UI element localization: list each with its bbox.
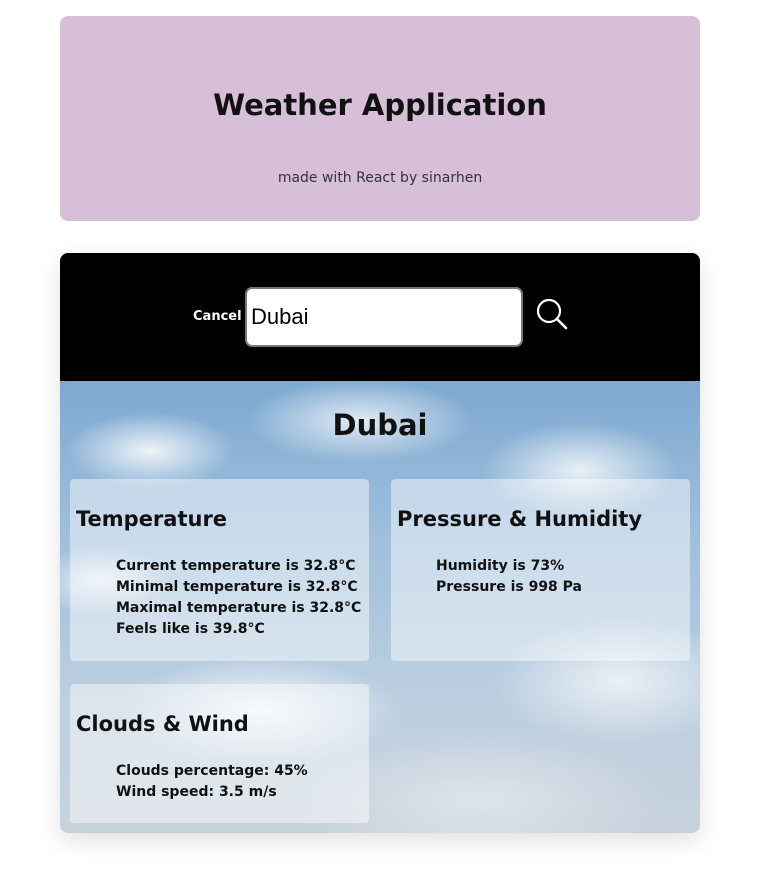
search-bar: Cancel xyxy=(60,253,700,381)
clouds-wind-title: Clouds & Wind xyxy=(76,712,249,736)
pressure-value: Pressure is 998 Pa xyxy=(436,579,583,595)
clouds-percentage: Clouds percentage: 45% xyxy=(116,763,308,779)
feels-like-temperature: Feels like is 39.8°C xyxy=(116,621,265,637)
weather-panel: Cancel Dubai Temperature Current tempera… xyxy=(60,253,700,833)
pressure-humidity-title: Pressure & Humidity xyxy=(397,507,643,531)
search-button[interactable] xyxy=(534,297,570,333)
pressure-humidity-card: Pressure & Humidity Humidity is 73% Pres… xyxy=(391,479,690,661)
clouds-wind-list: Clouds percentage: 45% Wind speed: 3.5 m… xyxy=(116,761,308,803)
city-name: Dubai xyxy=(332,408,428,442)
cancel-button[interactable]: Cancel xyxy=(193,309,242,324)
humidity-value: Humidity is 73% xyxy=(436,558,565,574)
app-title: Weather Application xyxy=(213,88,547,122)
temperature-title: Temperature xyxy=(76,507,228,531)
temperature-card: Temperature Current temperature is 32.8°… xyxy=(70,479,369,661)
app-subtitle: made with React by sinarhen xyxy=(277,170,483,186)
search-input[interactable] xyxy=(245,287,523,347)
search-icon xyxy=(536,298,568,330)
current-temperature: Current temperature is 32.8°C xyxy=(116,558,356,574)
clouds-wind-card: Clouds & Wind Clouds percentage: 45% Win… xyxy=(70,684,369,823)
maximal-temperature: Maximal temperature is 32.8°C xyxy=(116,600,362,616)
pressure-humidity-list: Humidity is 73% Pressure is 998 Pa xyxy=(436,556,582,598)
wind-speed: Wind speed: 3.5 m/s xyxy=(116,784,277,800)
temperature-list: Current temperature is 32.8°C Minimal te… xyxy=(116,556,361,640)
minimal-temperature: Minimal temperature is 32.8°C xyxy=(116,579,358,595)
header-card: Weather Application made with React by s… xyxy=(60,16,700,221)
weather-background: Dubai Temperature Current temperature is… xyxy=(60,381,700,833)
